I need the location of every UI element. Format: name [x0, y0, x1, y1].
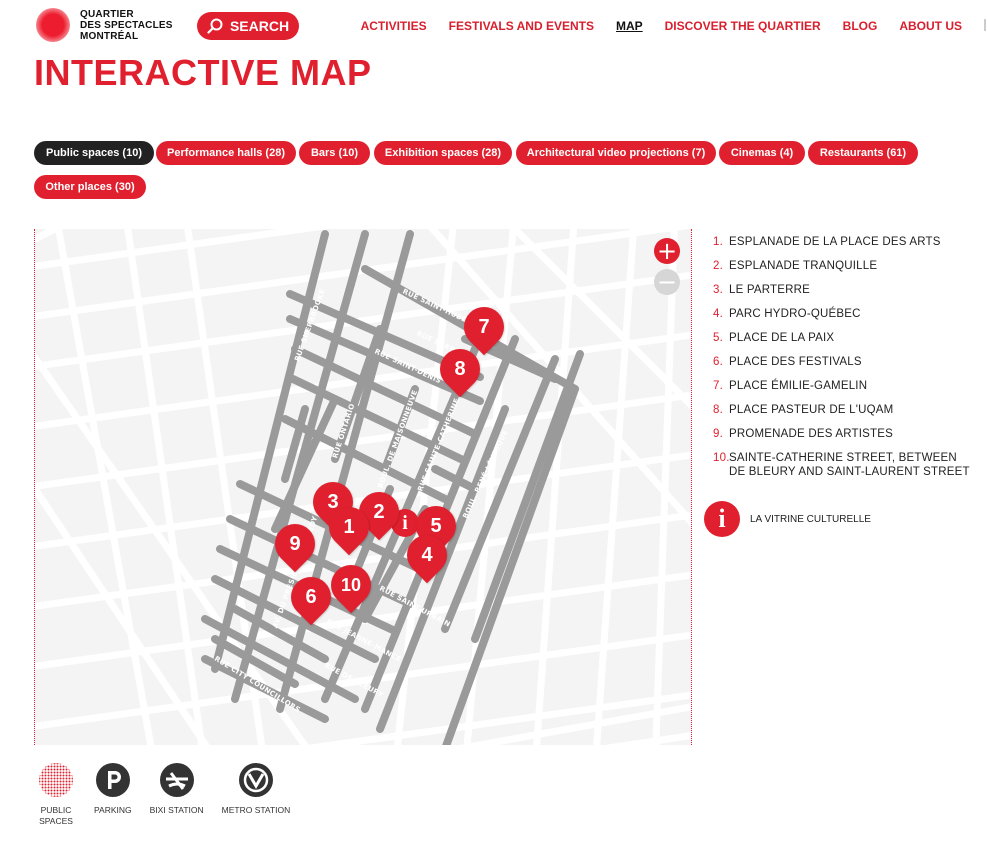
- public-space-name: PLACE DES FESTIVALS: [729, 356, 862, 368]
- public-space-number: 2.: [713, 260, 723, 272]
- filter-chip-cinemas[interactable]: Cinemas (4): [719, 141, 805, 165]
- filter-chip-bars[interactable]: Bars (10): [299, 141, 370, 165]
- map-pin-8[interactable]: 8: [431, 340, 489, 398]
- legend-metro: METRO STATION: [221, 762, 291, 827]
- map-pin-4[interactable]: 4: [398, 526, 456, 584]
- public-space-name: ESPLANADE TRANQUILLE: [729, 260, 878, 272]
- filter-chip-architectural-video-projections[interactable]: Architectural video projections (7): [516, 141, 716, 165]
- legend-parking: PARKING: [94, 762, 132, 827]
- dotted-circle-icon: [39, 763, 73, 797]
- filter-chip-performance-halls[interactable]: Performance halls (28): [156, 141, 296, 165]
- nav-blog[interactable]: BLOG: [843, 19, 878, 33]
- logo-text: QUARTIER DES SPECTACLES MONTRÉAL: [80, 9, 173, 42]
- public-space-name: LE PARTERRE: [729, 284, 811, 296]
- nav-discover-the-quartier[interactable]: DISCOVER THE QUARTIER: [665, 19, 821, 33]
- map-pin-number: 9: [289, 533, 301, 555]
- map-pin-9[interactable]: 9: [266, 515, 324, 573]
- public-spaces-list: 1. ESPLANADE DE LA PLACE DES ARTS 2. ESPLAN…: [713, 235, 973, 489]
- map-symbol-legend: PUBLIC SPACES PARKING BIXI STATION METRO…: [36, 762, 308, 827]
- bixi-icon: [159, 763, 194, 797]
- zoom-in-button[interactable]: +: [654, 238, 680, 264]
- public-space-number: 6.: [713, 356, 723, 368]
- site-header: QUARTIER DES SPECTACLES MONTRÉAL SEARCH …: [0, 0, 987, 56]
- filter-chip-restaurants[interactable]: Restaurants (61): [808, 141, 918, 165]
- public-space-item[interactable]: 10. SAINTE-CATHERINE STREET, BETWEEN DE B…: [713, 451, 973, 479]
- page-title: INTERACTIVE MAP: [34, 52, 372, 93]
- public-space-item[interactable]: 3. LE PARTERRE: [713, 283, 973, 297]
- public-space-name: PLACE PASTEUR DE L'UQAM: [729, 404, 894, 416]
- map-pin-number: 10: [340, 575, 362, 595]
- public-space-item[interactable]: 4. PARC HYDRO-QUÉBEC: [713, 307, 973, 321]
- map-pin-1[interactable]: 1: [320, 498, 378, 556]
- filter-chip-exhibition-spaces[interactable]: Exhibition spaces (28): [374, 141, 512, 165]
- public-space-number: 1.: [713, 236, 723, 248]
- public-space-name: PROMENADE DES ARTISTES: [729, 428, 893, 440]
- background-street: [306, 691, 691, 745]
- legend-public-spaces-label: PUBLIC SPACES: [39, 805, 73, 826]
- public-space-item[interactable]: 1. ESPLANADE DE LA PLACE DES ARTS: [713, 235, 973, 249]
- search-button-label: SEARCH: [229, 18, 290, 34]
- vitrine-legend[interactable]: i LA VITRINE CULTURELLE: [704, 501, 871, 537]
- nav-festivals-and-events[interactable]: FESTIVALS AND EVENTS: [449, 19, 594, 33]
- public-space-name: ESPLANADE DE LA PLACE DES ARTS: [729, 236, 941, 248]
- logo-line-3: MONTRÉAL: [80, 30, 139, 42]
- nav-about-us[interactable]: ABOUT US: [899, 19, 962, 33]
- parking-icon: [95, 763, 130, 797]
- public-space-number: 10.: [713, 452, 730, 464]
- map-pin-number: 1: [343, 516, 355, 538]
- public-space-number: 9.: [713, 428, 723, 440]
- logo-line-2: DES SPECTACLES: [80, 19, 173, 31]
- background-street: [593, 229, 638, 745]
- map-pin-number: 8: [454, 358, 466, 380]
- public-space-name: PLACE DE LA PAIX: [729, 332, 835, 344]
- map-pin-7[interactable]: 7: [455, 298, 513, 356]
- legend-metro-label: METRO STATION: [221, 805, 291, 815]
- filter-chip-other-places[interactable]: Other places (30): [34, 175, 146, 199]
- map-pin-number: 7: [478, 316, 490, 338]
- public-space-item[interactable]: 8. PLACE PASTEUR DE L'UQAM: [713, 403, 973, 417]
- interactive-map[interactable]: RUE SAINT-HUBERT RUE BERRI RUE SAINT-DENIS…: [34, 229, 692, 745]
- public-space-name: PLACE ÉMILIE-GAMELIN: [729, 380, 868, 392]
- main-nav: ACTIVITIES FESTIVALS AND EVENTS MAP DISCOVE…: [361, 19, 987, 33]
- info-icon: i: [704, 501, 740, 537]
- legend-bixi: BIXI STATION: [150, 762, 204, 827]
- legend-bixi-label: BIXI STATION: [149, 805, 204, 815]
- filter-chip-public-spaces[interactable]: Public spaces (10): [34, 141, 154, 165]
- search-icon: [207, 18, 223, 34]
- nav-separator: [984, 19, 986, 31]
- map-streets[interactable]: [35, 229, 691, 745]
- public-space-item[interactable]: 2. ESPLANADE TRANQUILLE: [713, 259, 973, 273]
- public-space-item[interactable]: 5. PLACE DE LA PAIX: [713, 331, 973, 345]
- logo-dot-icon: [36, 8, 70, 42]
- public-space-number: 5.: [713, 332, 723, 344]
- public-space-item[interactable]: 9. PROMENADE DES ARTISTES: [713, 427, 973, 441]
- nav-map[interactable]: MAP: [616, 19, 643, 33]
- zoom-out-button[interactable]: −: [654, 269, 680, 295]
- vitrine-label: LA VITRINE CULTURELLE: [750, 513, 871, 525]
- public-space-item[interactable]: 7. PLACE ÉMILIE-GAMELIN: [713, 379, 973, 393]
- map-pin-6[interactable]: 6: [282, 568, 340, 626]
- background-street: [35, 229, 63, 243]
- search-button[interactable]: SEARCH: [197, 12, 299, 40]
- public-space-name: SAINTE-CATHERINE STREET, BETWEEN DE BLEU…: [729, 452, 970, 478]
- public-space-name: PARC HYDRO-QUÉBEC: [729, 308, 861, 320]
- nav-activities[interactable]: ACTIVITIES: [361, 19, 427, 33]
- public-space-item[interactable]: 6. PLACE DES FESTIVALS: [713, 355, 973, 369]
- public-space-number: 3.: [713, 284, 723, 296]
- public-space-number: 4.: [713, 308, 723, 320]
- public-space-number: 8.: [713, 404, 723, 416]
- legend-public-spaces: PUBLIC SPACES: [36, 762, 76, 827]
- legend-parking-label: PARKING: [94, 805, 132, 815]
- public-space-number: 7.: [713, 380, 723, 392]
- logo-line-1: QUARTIER: [80, 8, 134, 20]
- map-pin-10[interactable]: 10: [322, 556, 380, 614]
- district-street: [442, 385, 579, 745]
- site-logo[interactable]: QUARTIER DES SPECTACLES MONTRÉAL: [36, 8, 173, 42]
- metro-icon: [238, 763, 273, 797]
- map-pin-number: 6: [305, 586, 317, 608]
- map-pin-number: 4: [421, 544, 433, 566]
